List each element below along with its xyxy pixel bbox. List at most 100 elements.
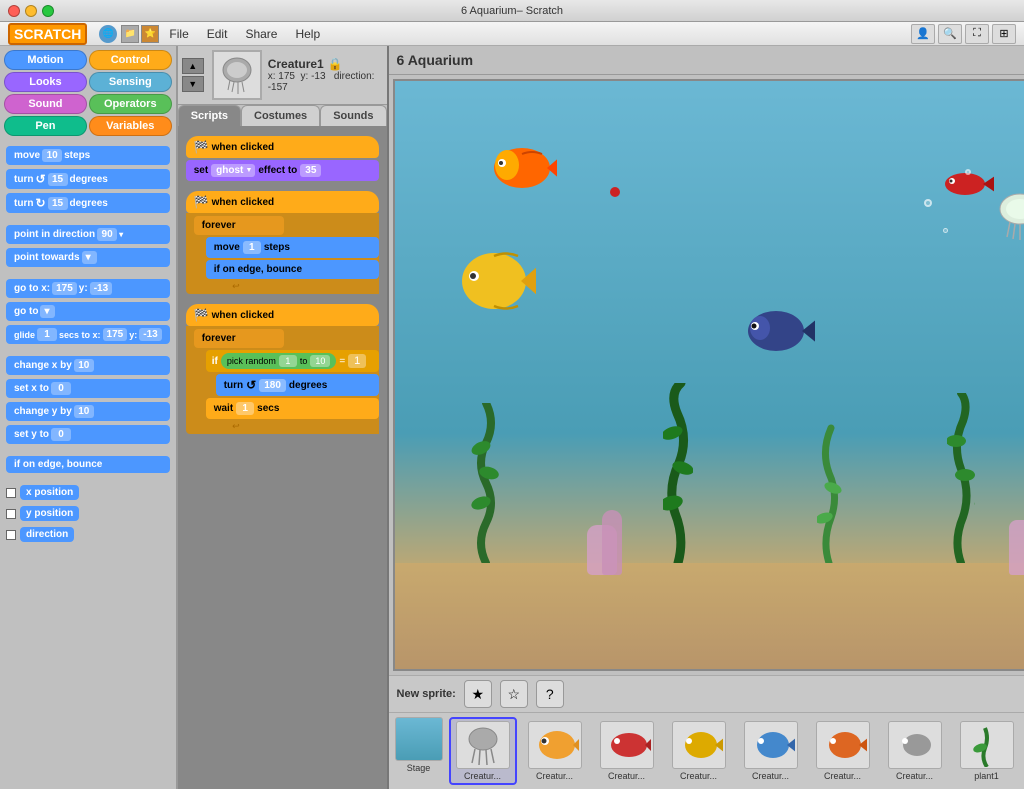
sprite-item-5[interactable]: Creatur...	[737, 717, 805, 785]
toolbar-icon-2[interactable]: ⭐	[141, 25, 159, 43]
globe-icon[interactable]: 🌐	[99, 25, 117, 43]
sand-bottom	[395, 563, 1024, 669]
move-1-steps[interactable]: move 1 steps	[206, 237, 379, 258]
block-goto[interactable]: go to ▾	[6, 302, 170, 321]
new-sprite-label: New sprite:	[397, 688, 456, 700]
menu-share[interactable]: Share	[237, 25, 285, 43]
flag-icon-1: 🏁	[194, 140, 209, 154]
block-turn-right[interactable]: turn ↻ 15 degrees	[6, 193, 170, 213]
menu-help[interactable]: Help	[287, 25, 328, 43]
stage-canvas[interactable]: x: -783 y: 46	[393, 79, 1024, 671]
if-block[interactable]: if pick random 1 to 10 = 1	[206, 350, 379, 372]
sprite-item-7[interactable]: Creatur...	[881, 717, 949, 785]
upload-sprite-button[interactable]: ?	[536, 680, 564, 708]
tab-scripts[interactable]: Scripts	[178, 105, 241, 126]
fish-3[interactable]	[740, 304, 815, 359]
creature-1[interactable]	[992, 187, 1024, 242]
block-point-direction[interactable]: point in direction 90▾	[6, 225, 170, 244]
window-controls[interactable]	[8, 5, 54, 17]
sprite-label-4: Creatur...	[680, 771, 717, 781]
edge-bounce[interactable]: if on edge, bounce	[206, 260, 379, 279]
category-motion[interactable]: Motion	[4, 50, 87, 70]
sprite-plant-1[interactable]: plant1	[953, 717, 1021, 785]
sprite-dir: -157	[268, 82, 288, 93]
when-clicked-1[interactable]: 🏁 when clicked	[186, 136, 379, 158]
when-clicked-3[interactable]: 🏁 when clicked	[186, 304, 379, 326]
plant-label-1: plant1	[974, 771, 999, 781]
fish-1[interactable]	[487, 140, 557, 195]
sprite-image-5	[744, 721, 798, 769]
category-pen[interactable]: Pen	[4, 116, 87, 136]
block-list: move 10 steps turn ↺ 15 degrees turn ↻ 1…	[0, 140, 176, 789]
paint-sprite-button[interactable]: ★	[464, 680, 492, 708]
magnifier-icon[interactable]: 🔍	[938, 24, 962, 44]
turn-180-block[interactable]: turn ↺ 180 degrees	[216, 374, 379, 396]
stage-thumbnail[interactable]: Stage	[393, 717, 445, 785]
x-position-checkbox[interactable]	[6, 488, 16, 498]
script-group-3: 🏁 when clicked forever if pick random 1 …	[186, 304, 379, 434]
block-set-x[interactable]: set x to 0	[6, 379, 170, 398]
category-looks[interactable]: Looks	[4, 72, 87, 92]
minimize-button[interactable]	[25, 5, 37, 17]
block-x-position-row[interactable]: x position	[6, 483, 170, 502]
close-button[interactable]	[8, 5, 20, 17]
maximize-button[interactable]	[42, 5, 54, 17]
fish-2[interactable]	[456, 246, 536, 316]
scripts-panel: ▲ ▼ Creature1	[178, 46, 389, 789]
aquarium-background: x: -783 y: 46	[395, 81, 1024, 669]
sprite-item-3[interactable]: Creatur...	[593, 717, 661, 785]
y-position-checkbox[interactable]	[6, 509, 16, 519]
block-goto-xy[interactable]: go to x: 175 y: -13	[6, 279, 170, 298]
surprise-sprite-button[interactable]: ☆	[500, 680, 528, 708]
block-point-towards[interactable]: point towards ▾	[6, 248, 170, 267]
fullscreen-icon[interactable]: ⊞	[992, 24, 1016, 44]
block-turn-left[interactable]: turn ↺ 15 degrees	[6, 169, 170, 189]
tab-sounds[interactable]: Sounds	[320, 105, 386, 126]
toolbar-icon-1[interactable]: 📁	[121, 25, 139, 43]
sprite-nav-up[interactable]: ▲	[182, 58, 204, 74]
block-set-y[interactable]: set y to 0	[6, 425, 170, 444]
sprite-label-3: Creatur...	[608, 771, 645, 781]
sprite-image-3	[600, 721, 654, 769]
wait-1-secs[interactable]: wait 1 secs	[206, 398, 379, 419]
block-change-y[interactable]: change y by 10	[6, 402, 170, 421]
resize-icon[interactable]: ⛶	[965, 24, 989, 44]
sprite-item-4[interactable]: Creatur...	[665, 717, 733, 785]
sprite-item-1[interactable]: Creatur...	[449, 717, 517, 785]
block-direction-row[interactable]: direction	[6, 525, 170, 544]
block-glide[interactable]: glide 1 secs to x: 175 y: -13	[6, 325, 170, 344]
block-y-position[interactable]: y position	[20, 506, 79, 521]
forever-block-2[interactable]: forever	[194, 329, 284, 348]
sprite-tabs: Scripts Costumes Sounds	[178, 105, 387, 128]
menu-file[interactable]: File	[161, 25, 196, 43]
category-control[interactable]: Control	[89, 50, 172, 70]
block-x-position[interactable]: x position	[20, 485, 79, 500]
menu-edit[interactable]: Edit	[199, 25, 236, 43]
when-clicked-2[interactable]: 🏁 when clicked	[186, 191, 379, 213]
sprite-nav-down[interactable]: ▼	[182, 76, 204, 92]
stage-mini-image	[395, 717, 443, 761]
set-effect-block[interactable]: set ghost effect to 35	[186, 160, 379, 181]
block-move-steps[interactable]: move 10 steps	[6, 146, 170, 165]
stage-label: Stage	[407, 763, 431, 773]
sprite-item-6[interactable]: Creatur...	[809, 717, 877, 785]
block-edge-bounce[interactable]: if on edge, bounce	[6, 456, 170, 473]
pick-random-block[interactable]: pick random 1 to 10	[221, 353, 337, 369]
block-change-x[interactable]: change x by 10	[6, 356, 170, 375]
forever-block[interactable]: forever	[194, 216, 284, 235]
person-icon[interactable]: 👤	[911, 24, 935, 44]
sprite-image	[214, 52, 260, 98]
category-operators[interactable]: Operators	[89, 94, 172, 114]
tab-costumes[interactable]: Costumes	[241, 105, 320, 126]
direction-checkbox[interactable]	[6, 530, 16, 540]
block-direction[interactable]: direction	[20, 527, 74, 542]
sprite-item-2[interactable]: Creatur...	[521, 717, 589, 785]
sprite-x: 175	[278, 71, 295, 82]
block-y-position-row[interactable]: y position	[6, 504, 170, 523]
category-sound[interactable]: Sound	[4, 94, 87, 114]
sprite-image-1	[456, 721, 510, 769]
category-sensing[interactable]: Sensing	[89, 72, 172, 92]
script-group-1: 🏁 when clicked set ghost effect to 35	[186, 136, 379, 181]
red-dot	[610, 187, 620, 197]
category-variables[interactable]: Variables	[89, 116, 172, 136]
